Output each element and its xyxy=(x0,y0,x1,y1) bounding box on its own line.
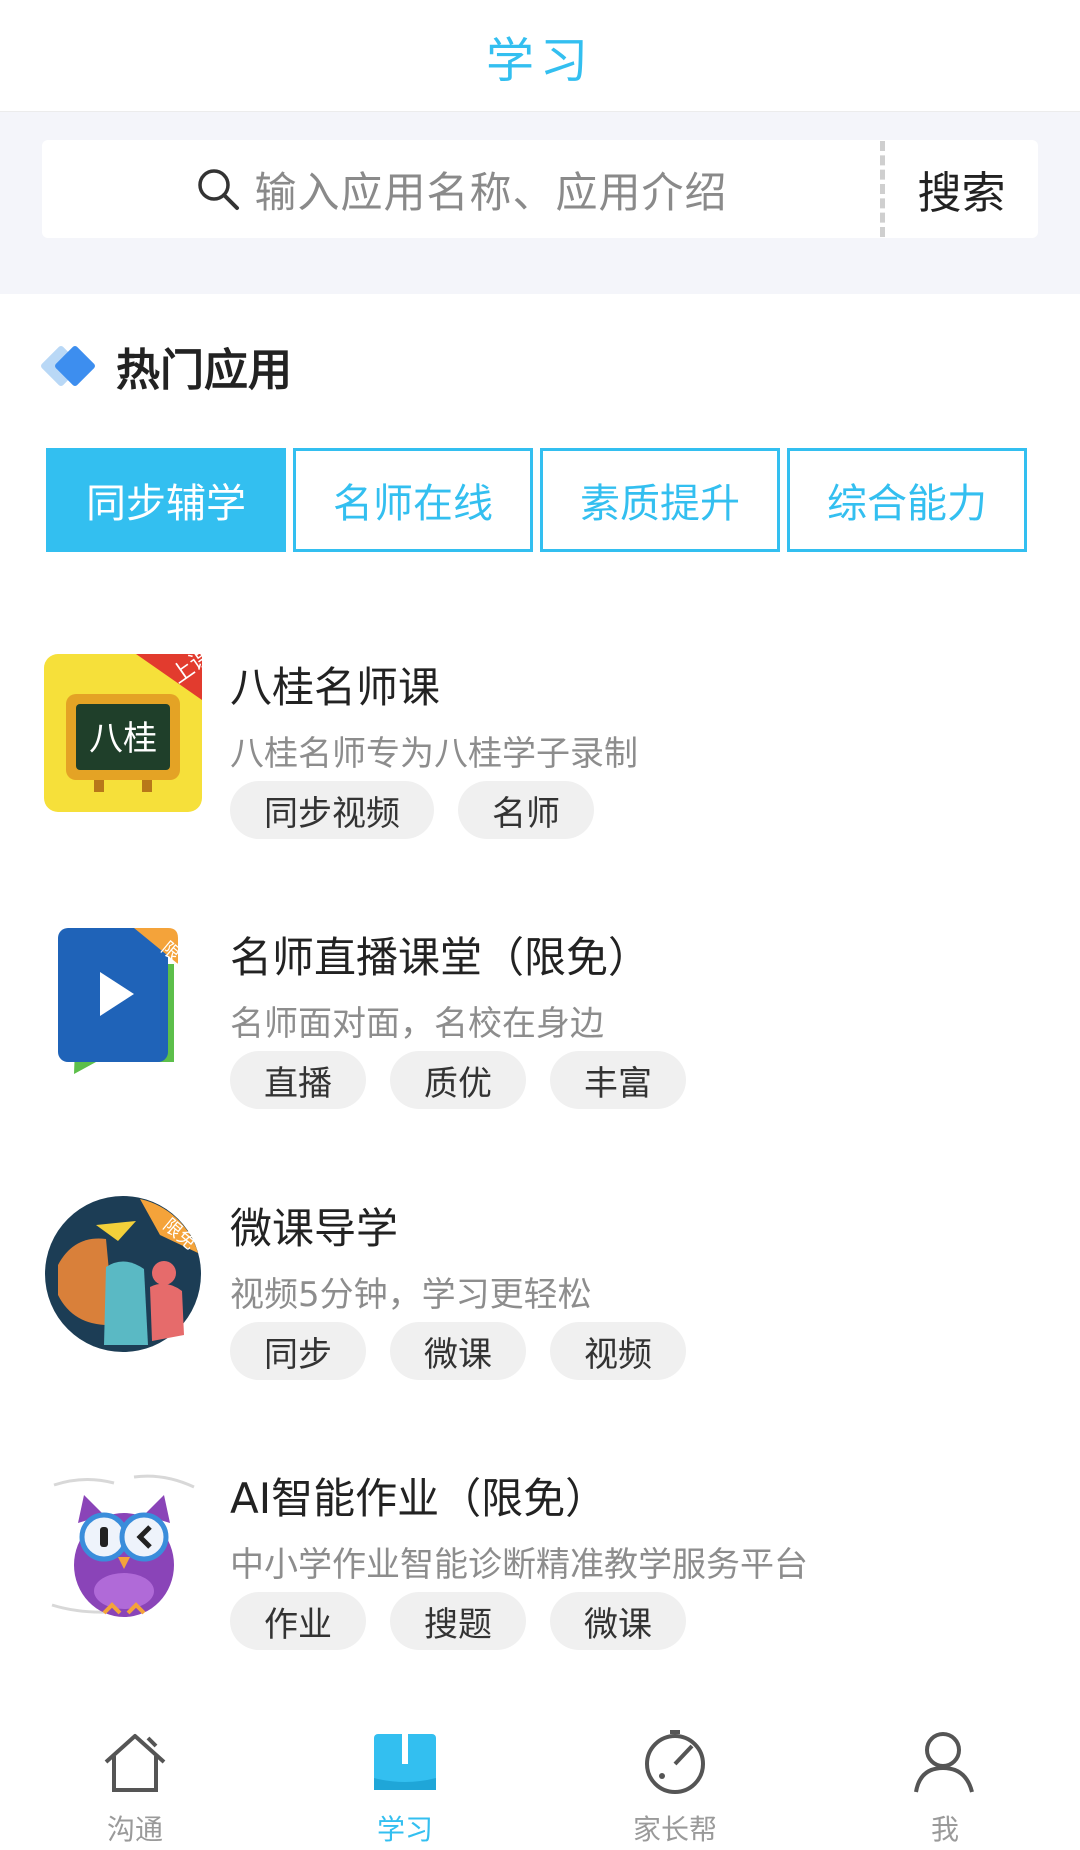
tag: 作业 xyxy=(230,1592,366,1650)
tag: 质优 xyxy=(390,1051,526,1109)
nav-label: 我 xyxy=(930,1813,959,1846)
section-header: 热门应用 xyxy=(39,336,292,396)
tab-sync-tutoring[interactable]: 同步辅学 xyxy=(46,448,286,552)
compass-icon xyxy=(645,1730,705,1794)
tag: 丰富 xyxy=(550,1051,686,1109)
list-item[interactable]: 限免 名师直播课堂（限免） 名师面对面，名校在身边 直播 质优 丰富 xyxy=(0,924,1080,1154)
app-tags: 直播 质优 丰富 xyxy=(230,1051,686,1109)
app-tags: 作业 搜题 微课 xyxy=(230,1592,686,1650)
app-description: 中小学作业智能诊断精准教学服务平台 xyxy=(230,1545,808,1585)
tag: 微课 xyxy=(390,1322,526,1380)
app-title: AI智能作业（限免） xyxy=(230,1474,608,1523)
search-icon xyxy=(198,169,240,210)
list-item[interactable]: 上课 八桂 八桂名师课 八桂名师专为八桂学子录制 同步视频 名师 xyxy=(0,654,1080,884)
nav-item-study[interactable]: 学习 xyxy=(270,1700,540,1850)
section-title: 热门应用 xyxy=(116,345,292,396)
app-description: 名师面对面，名校在身边 xyxy=(230,1004,604,1044)
nav-label: 家长帮 xyxy=(632,1813,717,1846)
nav-item-communicate[interactable]: 沟通 xyxy=(0,1700,270,1850)
nav-item-parent-help[interactable]: 家长帮 xyxy=(540,1700,810,1850)
search-button[interactable]: 搜索 xyxy=(885,140,1038,238)
micro-lesson-icon: 限免 xyxy=(44,1195,202,1353)
owl-icon xyxy=(44,1465,202,1623)
bottom-nav: 沟通 学习 家长帮 我 xyxy=(0,1700,1080,1850)
list-item[interactable]: 限免 微课导学 视频5分钟，学习更轻松 同步 微课 视频 xyxy=(0,1195,1080,1425)
book-icon xyxy=(374,1734,436,1790)
search-band: 输入应用名称、应用介绍 搜索 xyxy=(0,112,1080,294)
tab-quality-improvement[interactable]: 素质提升 xyxy=(540,448,780,552)
app-tags: 同步 微课 视频 xyxy=(230,1322,686,1380)
app-tags: 同步视频 名师 xyxy=(230,781,594,839)
search-input[interactable]: 输入应用名称、应用介绍 xyxy=(42,140,880,238)
home-icon xyxy=(104,1734,166,1792)
tag: 直播 xyxy=(230,1051,366,1109)
tag: 搜题 xyxy=(390,1592,526,1650)
tag: 名师 xyxy=(458,781,594,839)
app-title: 名师直播课堂（限免） xyxy=(230,933,651,982)
search-placeholder: 输入应用名称、应用介绍 xyxy=(254,167,728,217)
app-title: 八桂名师课 xyxy=(230,663,441,712)
app-title: 微课导学 xyxy=(230,1204,399,1253)
app-description: 八桂名师专为八桂学子录制 xyxy=(230,734,638,774)
tab-famous-teachers[interactable]: 名师在线 xyxy=(293,448,533,552)
app-description: 视频5分钟，学习更轻松 xyxy=(230,1275,592,1315)
page-title: 学习 xyxy=(485,32,594,89)
category-tabs: 同步辅学 名师在线 素质提升 综合能力 xyxy=(46,448,1027,552)
tag: 微课 xyxy=(550,1592,686,1650)
play-book-icon: 限免 xyxy=(44,924,202,1082)
nav-label: 沟通 xyxy=(106,1813,163,1846)
tag: 同步视频 xyxy=(230,781,434,839)
tag: 同步 xyxy=(230,1322,366,1380)
tag: 视频 xyxy=(550,1322,686,1380)
search-box: 输入应用名称、应用介绍 搜索 xyxy=(42,140,1038,238)
blackboard-icon: 上课 八桂 xyxy=(44,654,202,812)
tab-comprehensive-ability[interactable]: 综合能力 xyxy=(787,448,1027,552)
diamond-icon xyxy=(39,338,98,394)
svg-text:八桂: 八桂 xyxy=(89,719,157,759)
list-item[interactable]: AI智能作业（限免） 中小学作业智能诊断精准教学服务平台 作业 搜题 微课 xyxy=(0,1465,1080,1695)
nav-label: 学习 xyxy=(376,1813,433,1846)
user-icon xyxy=(914,1732,974,1793)
top-bar: 学习 xyxy=(0,0,1080,112)
nav-item-me[interactable]: 我 xyxy=(810,1700,1080,1850)
